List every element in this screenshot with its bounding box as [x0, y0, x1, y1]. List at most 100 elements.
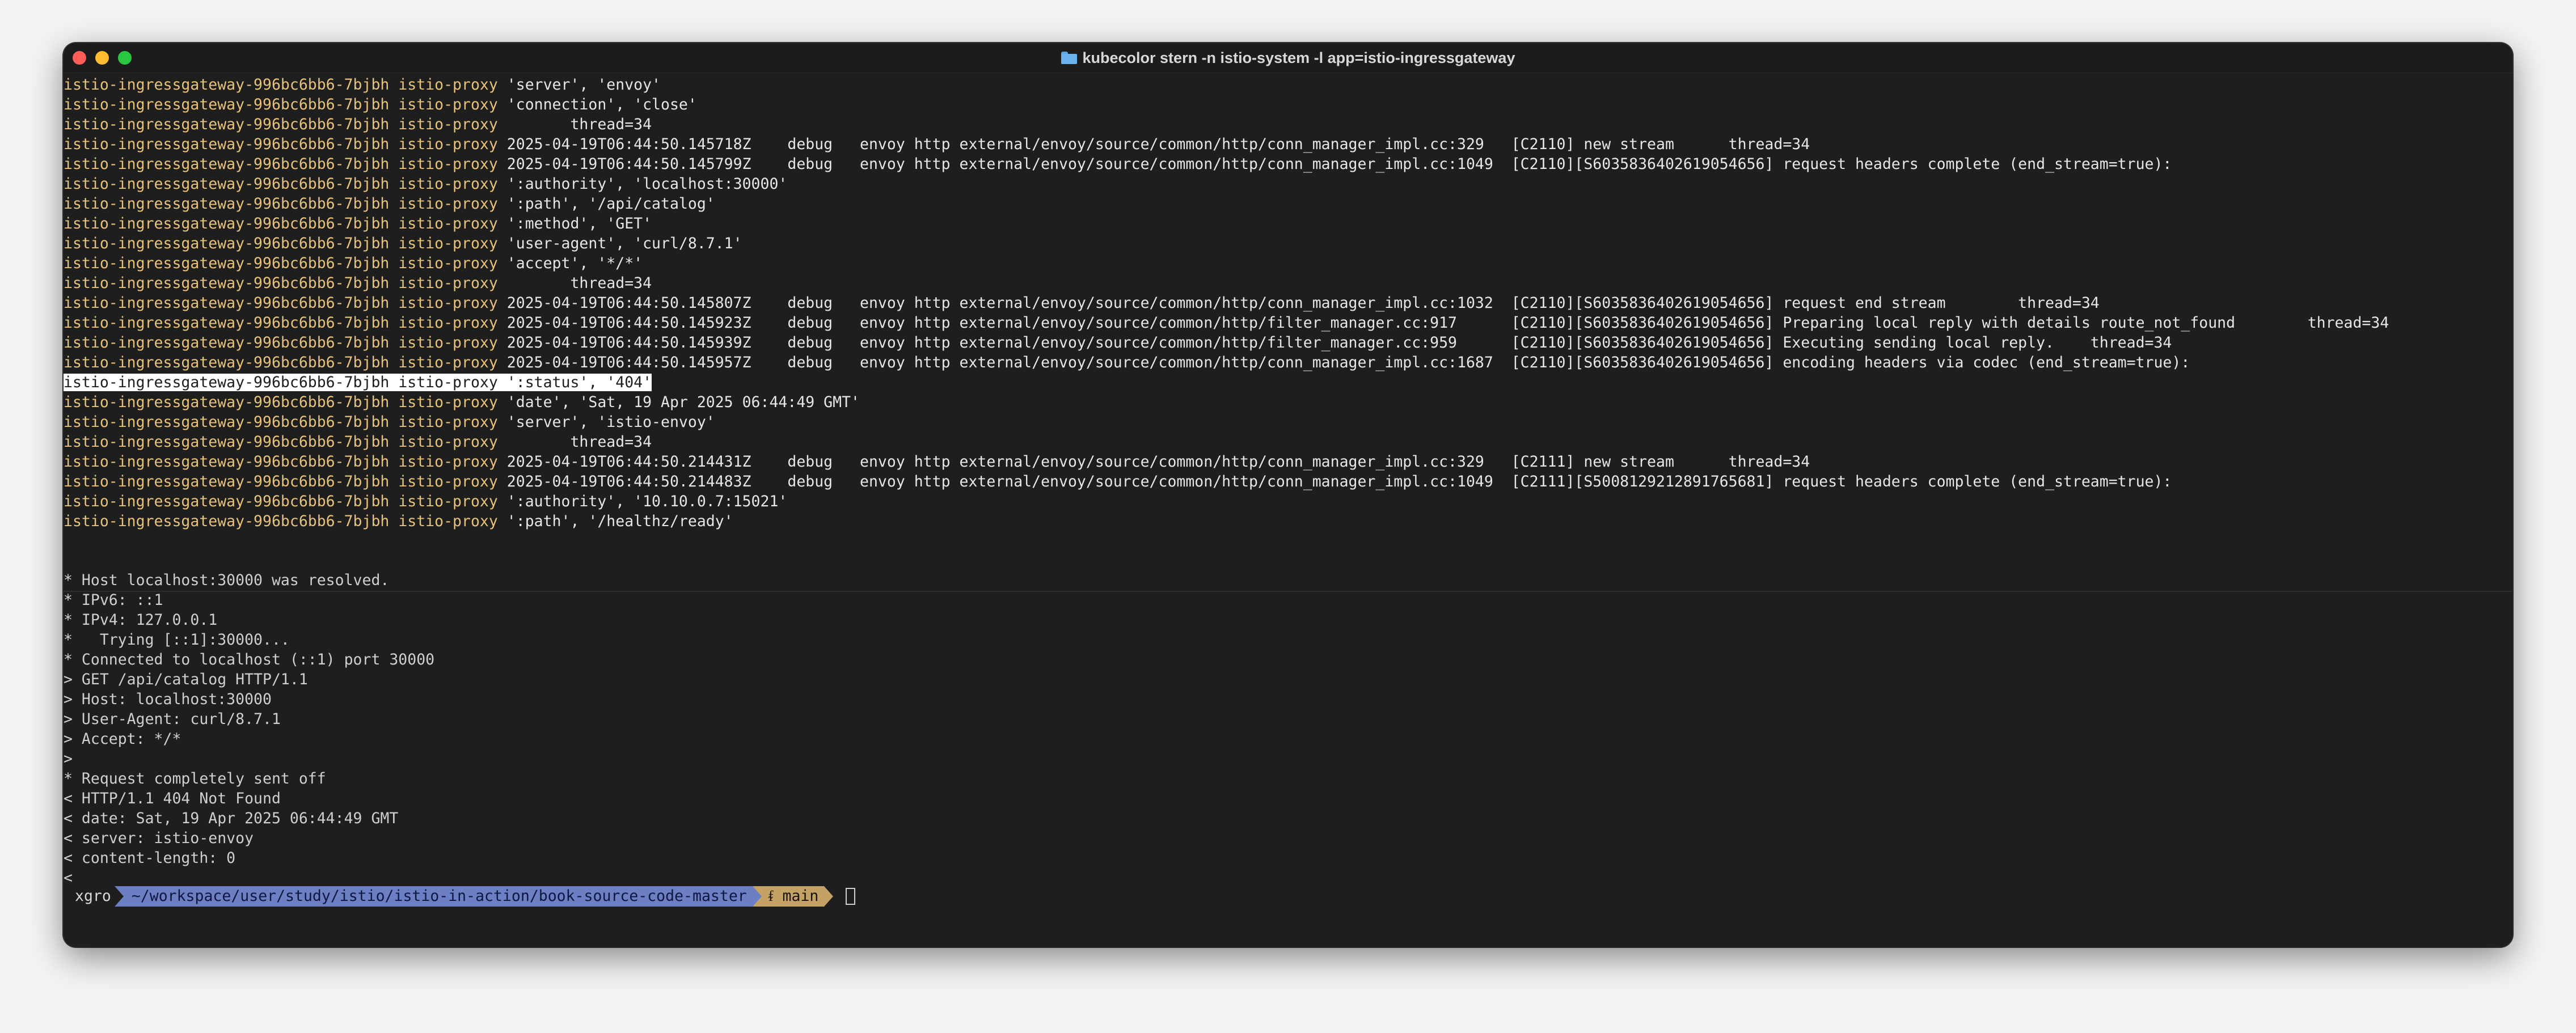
log-pod-name: istio-ingressgateway-996bc6bb6-7bjbh [64, 473, 390, 490]
log-line: istio-ingressgateway-996bc6bb6-7bjbh ist… [64, 174, 2512, 194]
log-message: ':path', '/healthz/ready' [506, 513, 733, 530]
log-container-name: istio-proxy [389, 374, 507, 391]
log-pod-name: istio-ingressgateway-996bc6bb6-7bjbh [64, 334, 390, 352]
curl-output-line: * Request completely sent off [64, 770, 326, 788]
window-title-text: kubecolor stern -n istio-system -l app=i… [1082, 49, 1515, 66]
curl-output-line: > [64, 750, 73, 768]
log-message: ':path', '/api/catalog' [506, 195, 715, 213]
log-message: 'server', 'istio-envoy' [506, 413, 715, 431]
curl-output-line: > GET /api/catalog HTTP/1.1 [64, 671, 308, 688]
log-message: 2025-04-19T06:44:50.145807Z debug envoy … [506, 294, 2100, 312]
log-container-name: istio-proxy [389, 235, 507, 252]
log-message: thread=34 [506, 116, 652, 133]
curl-output-line: > User-Agent: curl/8.7.1 [64, 710, 281, 728]
shell-prompt[interactable]: xgro ~/workspace/user/study/istio/istio-… [64, 886, 856, 907]
log-container-name: istio-proxy [389, 274, 507, 292]
log-line: istio-ingressgateway-996bc6bb6-7bjbh ist… [64, 392, 2512, 412]
log-container-name: istio-proxy [389, 413, 507, 431]
log-line: istio-ingressgateway-996bc6bb6-7bjbh ist… [64, 95, 2512, 115]
curl-output-line: * Host localhost:30000 was resolved. [64, 571, 390, 589]
log-line: istio-ingressgateway-996bc6bb6-7bjbh ist… [64, 234, 2512, 253]
log-line: istio-ingressgateway-996bc6bb6-7bjbh ist… [64, 75, 2512, 95]
log-pod-name: istio-ingressgateway-996bc6bb6-7bjbh [64, 274, 390, 292]
log-pod-name: istio-ingressgateway-996bc6bb6-7bjbh [64, 294, 390, 312]
log-line: istio-ingressgateway-996bc6bb6-7bjbh ist… [64, 313, 2512, 333]
curl-output-line: * IPv4: 127.0.0.1 [64, 611, 218, 629]
log-pod-name: istio-ingressgateway-996bc6bb6-7bjbh [64, 155, 390, 173]
log-line: istio-ingressgateway-996bc6bb6-7bjbh ist… [64, 333, 2512, 353]
title-bar: kubecolor stern -n istio-system -l app=i… [64, 43, 2512, 73]
log-pod-name: istio-ingressgateway-996bc6bb6-7bjbh [64, 195, 390, 213]
log-pod-name: istio-ingressgateway-996bc6bb6-7bjbh [64, 136, 390, 153]
terminal-window: kubecolor stern -n istio-system -l app=i… [64, 43, 2512, 947]
log-container-name: istio-proxy [389, 493, 507, 510]
log-message: 2025-04-19T06:44:50.145939Z debug envoy … [506, 334, 2172, 352]
log-pod-name: istio-ingressgateway-996bc6bb6-7bjbh [64, 374, 390, 391]
log-message: ':status', '404' [506, 374, 652, 391]
curl-output-line: < content-length: 0 [64, 849, 236, 867]
log-container-name: istio-proxy [389, 116, 507, 133]
log-message: 'user-agent', 'curl/8.7.1' [506, 235, 742, 252]
log-pod-name: istio-ingressgateway-996bc6bb6-7bjbh [64, 453, 390, 471]
log-message: ':authority', '10.10.0.7:15021' [506, 493, 788, 510]
log-line: istio-ingressgateway-996bc6bb6-7bjbh ist… [64, 214, 2512, 234]
prompt-separator [752, 886, 762, 907]
log-pane[interactable]: istio-ingressgateway-996bc6bb6-7bjbh ist… [64, 75, 2512, 591]
text-cursor [846, 888, 856, 905]
log-container-name: istio-proxy [389, 215, 507, 232]
log-container-name: istio-proxy [389, 96, 507, 113]
log-message: 'date', 'Sat, 19 Apr 2025 06:44:49 GMT' [506, 393, 860, 411]
log-pod-name: istio-ingressgateway-996bc6bb6-7bjbh [64, 413, 390, 431]
log-pod-name: istio-ingressgateway-996bc6bb6-7bjbh [64, 255, 390, 272]
curl-output-line: * IPv6: ::1 [64, 591, 163, 609]
log-message: 2025-04-19T06:44:50.214483Z debug envoy … [506, 473, 2172, 490]
log-pod-name: istio-ingressgateway-996bc6bb6-7bjbh [64, 235, 390, 252]
log-line: istio-ingressgateway-996bc6bb6-7bjbh ist… [64, 492, 2512, 511]
log-message: 2025-04-19T06:44:50.145957Z debug envoy … [506, 354, 2190, 371]
curl-output-line: * Trying [::1]:30000... [64, 631, 290, 649]
log-message: 'accept', '*/*' [506, 255, 643, 272]
log-line: istio-ingressgateway-996bc6bb6-7bjbh ist… [64, 372, 2512, 392]
curl-output-line: > Host: localhost:30000 [64, 691, 272, 708]
log-message: ':authority', 'localhost:30000' [506, 175, 788, 193]
log-pod-name: istio-ingressgateway-996bc6bb6-7bjbh [64, 314, 390, 332]
log-message: ':method', 'GET' [506, 215, 652, 232]
prompt-user: xgro [64, 886, 115, 907]
log-message: thread=34 [506, 433, 652, 451]
log-message: 'connection', 'close' [506, 96, 697, 113]
log-container-name: istio-proxy [389, 294, 507, 312]
folder-icon [1061, 52, 1077, 64]
log-message: 2025-04-19T06:44:50.145923Z debug envoy … [506, 314, 2389, 332]
log-pod-name: istio-ingressgateway-996bc6bb6-7bjbh [64, 433, 390, 451]
log-container-name: istio-proxy [389, 354, 507, 371]
log-pod-name: istio-ingressgateway-996bc6bb6-7bjbh [64, 354, 390, 371]
log-pod-name: istio-ingressgateway-996bc6bb6-7bjbh [64, 175, 390, 193]
log-container-name: istio-proxy [389, 393, 507, 411]
curl-output-line: * Connected to localhost (::1) port 3000… [64, 651, 435, 668]
log-line: istio-ingressgateway-996bc6bb6-7bjbh ist… [64, 472, 2512, 492]
log-container-name: istio-proxy [389, 155, 507, 173]
curl-output-line: < server: istio-envoy [64, 829, 254, 847]
log-message: 2025-04-19T06:44:50.214431Z debug envoy … [506, 453, 1810, 471]
log-line: istio-ingressgateway-996bc6bb6-7bjbh ist… [64, 432, 2512, 452]
prompt-separator [114, 886, 124, 907]
curl-output-line: < date: Sat, 19 Apr 2025 06:44:49 GMT [64, 810, 399, 827]
log-pod-name: istio-ingressgateway-996bc6bb6-7bjbh [64, 215, 390, 232]
log-pod-name: istio-ingressgateway-996bc6bb6-7bjbh [64, 116, 390, 133]
log-line: istio-ingressgateway-996bc6bb6-7bjbh ist… [64, 412, 2512, 432]
curl-output-line: > Accept: */* [64, 730, 181, 748]
log-container-name: istio-proxy [389, 433, 507, 451]
log-container-name: istio-proxy [389, 255, 507, 272]
log-container-name: istio-proxy [389, 473, 507, 490]
log-pod-name: istio-ingressgateway-996bc6bb6-7bjbh [64, 493, 390, 510]
log-container-name: istio-proxy [389, 175, 507, 193]
log-container-name: istio-proxy [389, 136, 507, 153]
log-message: 2025-04-19T06:44:50.145799Z debug envoy … [506, 155, 2172, 173]
log-container-name: istio-proxy [389, 453, 507, 471]
log-pod-name: istio-ingressgateway-996bc6bb6-7bjbh [64, 96, 390, 113]
prompt-path: ~/workspace/user/study/istio/istio-in-ac… [123, 886, 753, 907]
log-line: istio-ingressgateway-996bc6bb6-7bjbh ist… [64, 452, 2512, 472]
log-container-name: istio-proxy [389, 76, 507, 94]
log-pod-name: istio-ingressgateway-996bc6bb6-7bjbh [64, 513, 390, 530]
log-line: istio-ingressgateway-996bc6bb6-7bjbh ist… [64, 273, 2512, 293]
